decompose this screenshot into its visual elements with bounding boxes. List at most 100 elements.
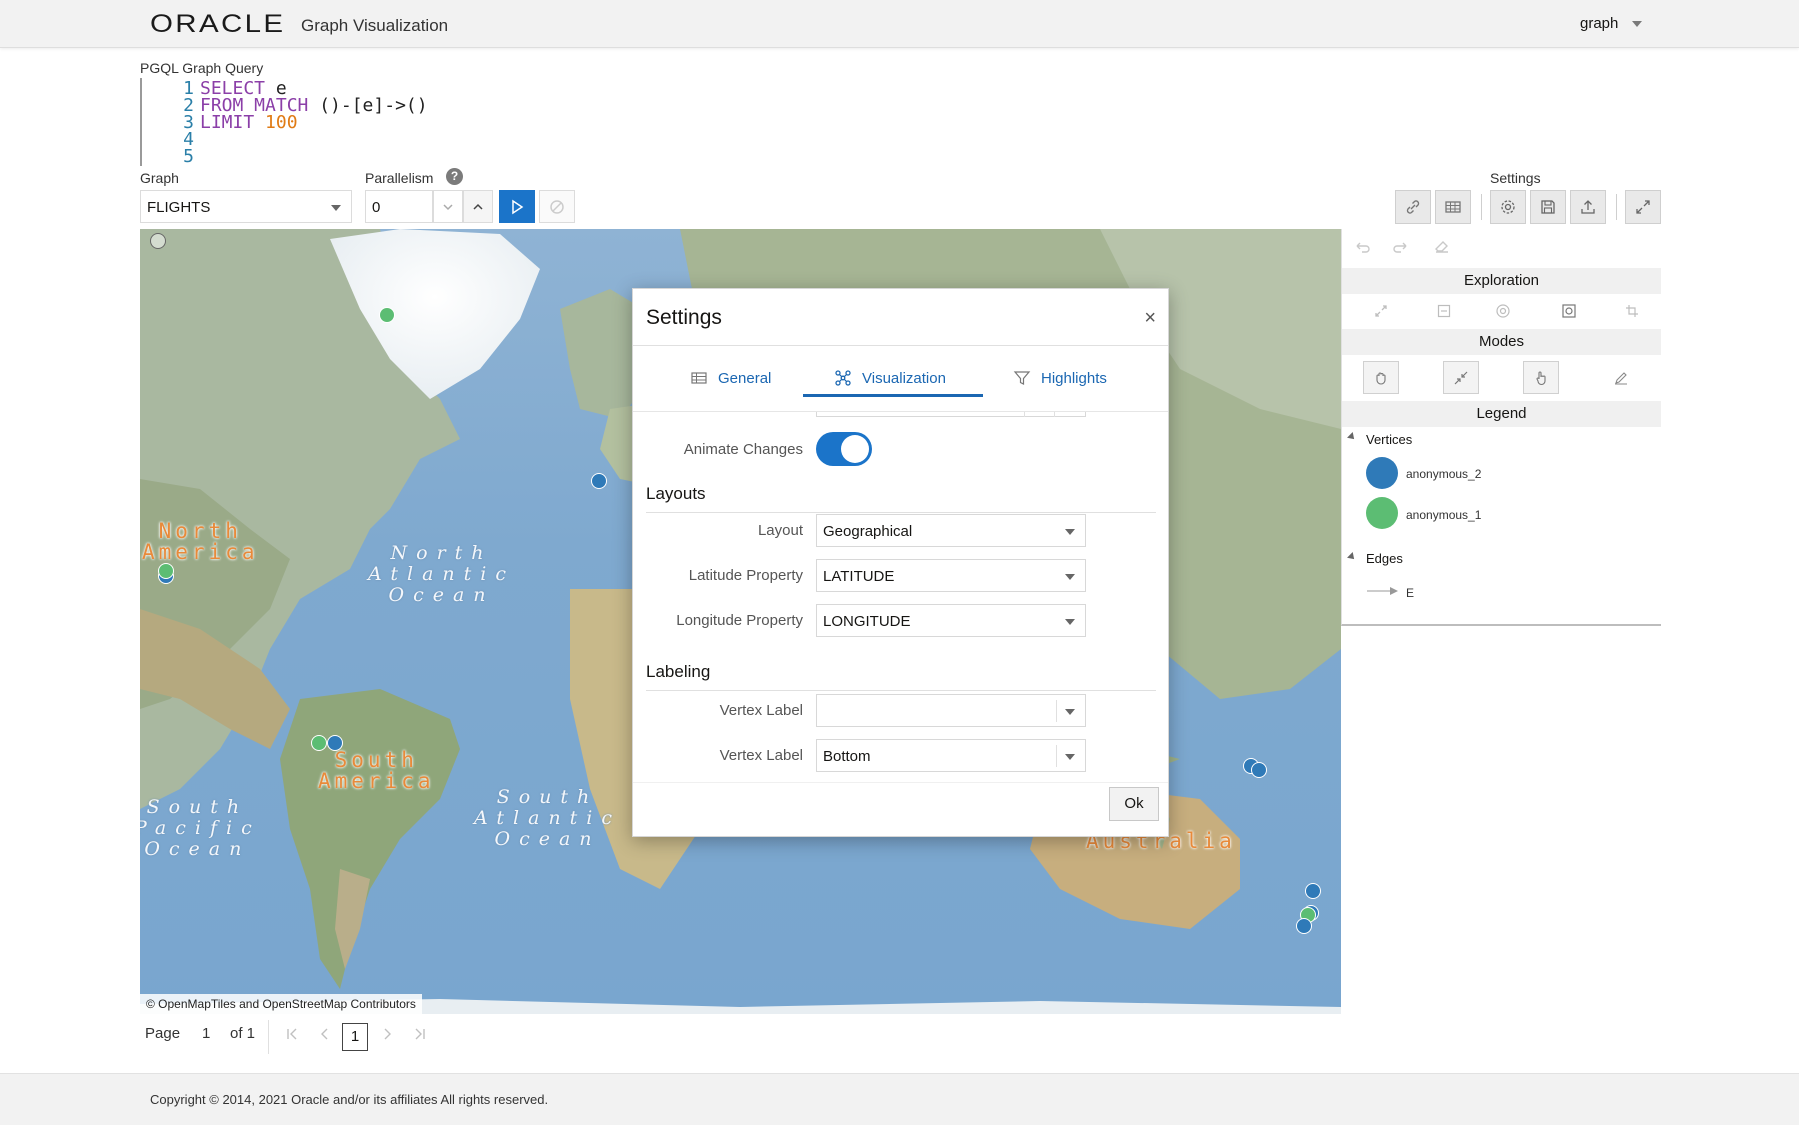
expand-icon	[1375, 305, 1387, 317]
help-icon[interactable]: ?	[446, 168, 463, 185]
close-icon[interactable]: ×	[1144, 307, 1156, 330]
first-page-icon	[287, 1028, 297, 1040]
filter-icon	[1013, 371, 1031, 385]
shrink-mode-button[interactable]	[1443, 361, 1479, 394]
graph-vertex[interactable]	[591, 473, 607, 489]
graph-vertex[interactable]	[1296, 918, 1312, 934]
select-divider	[1056, 745, 1057, 767]
tab-visualization[interactable]: Visualization	[834, 369, 946, 387]
ok-button[interactable]: Ok	[1109, 787, 1159, 821]
graph-vertex[interactable]	[1251, 762, 1267, 778]
longitude-property-value: LONGITUDE	[823, 613, 911, 630]
graph-select[interactable]: FLIGHTS	[140, 190, 352, 223]
parallelism-label: Parallelism	[365, 170, 434, 186]
ungroup-icon	[1626, 305, 1638, 317]
upload-button[interactable]	[1570, 190, 1606, 224]
settings-scroll-area[interactable]: Animate Changes Layouts Layout Geographi…	[633, 412, 1168, 782]
settings-dialog: Settings × General Visualization Highlig…	[632, 288, 1169, 837]
latitude-property-select[interactable]: LATITUDE	[816, 559, 1086, 592]
tab-general-label: General	[718, 369, 772, 387]
parallelism-decrement[interactable]	[433, 190, 463, 223]
cancel-query-button[interactable]	[539, 190, 575, 223]
settings-button[interactable]	[1490, 190, 1526, 224]
app-header: ORACLE Graph Visualization graph	[0, 0, 1799, 48]
redo-button[interactable]	[1389, 234, 1413, 258]
settings-label: Settings	[1490, 170, 1541, 186]
vertex-label-position-select[interactable]: Bottom	[816, 739, 1086, 772]
collapse-button[interactable]	[1432, 299, 1456, 323]
run-query-button[interactable]	[499, 190, 535, 223]
partial-field[interactable]	[816, 412, 1086, 417]
graph-vertex[interactable]	[379, 307, 395, 323]
longitude-property-select[interactable]: LONGITUDE	[816, 604, 1086, 637]
undo-icon	[1356, 242, 1370, 253]
latitude-property-value: LATITUDE	[823, 568, 895, 585]
prev-page-button[interactable]	[318, 1027, 332, 1046]
page-number-input[interactable]: 1	[342, 1023, 368, 1051]
active-tab-indicator	[803, 394, 983, 397]
vertex-label-position-label: Vertex Label	[719, 747, 803, 764]
pager-divider	[268, 1020, 269, 1054]
hand-icon	[1376, 371, 1386, 385]
animate-changes-toggle[interactable]	[816, 432, 872, 466]
edge-arrow-icon[interactable]	[1366, 585, 1400, 597]
pan-mode-button[interactable]	[1363, 361, 1399, 394]
legend-header: Legend	[1342, 401, 1661, 427]
last-page-button[interactable]	[413, 1027, 427, 1046]
layout-label: Layout	[757, 522, 803, 539]
focus-button[interactable]	[1491, 299, 1515, 323]
tab-general[interactable]: General	[690, 369, 771, 387]
parallelism-input[interactable]: 0	[365, 190, 433, 223]
query-label: PGQL Graph Query	[140, 60, 264, 76]
edit-mode-button[interactable]	[1609, 366, 1633, 390]
undo-button[interactable]	[1350, 234, 1374, 258]
chevron-down-icon	[1065, 619, 1075, 625]
eraser-button[interactable]	[1430, 234, 1454, 258]
page-total: of 1	[230, 1025, 256, 1042]
save-icon	[1541, 200, 1555, 214]
group-button[interactable]	[1557, 299, 1581, 323]
chevron-down-icon	[1065, 529, 1075, 535]
table-view-button[interactable]	[1435, 190, 1471, 224]
first-page-button[interactable]	[285, 1027, 299, 1046]
layout-select[interactable]: Geographical	[816, 514, 1086, 547]
chevron-left-icon	[321, 1028, 328, 1040]
layouts-heading: Layouts	[646, 484, 706, 503]
cancel-icon	[550, 199, 564, 214]
ungroup-button[interactable]	[1620, 299, 1644, 323]
graph-select-value: FLIGHTS	[147, 199, 211, 216]
select-mode-button[interactable]	[1523, 361, 1559, 394]
legend-vertex-swatch[interactable]	[1366, 457, 1398, 489]
user-menu[interactable]: graph	[1580, 15, 1643, 32]
tab-highlights-label: Highlights	[1041, 369, 1107, 387]
save-button[interactable]	[1530, 190, 1566, 224]
user-name: graph	[1580, 15, 1619, 32]
animate-changes-label: Animate Changes	[683, 441, 803, 458]
vertex-label-select[interactable]	[816, 694, 1086, 727]
graph-vertex[interactable]	[1305, 883, 1321, 899]
parallelism-value: 0	[372, 199, 381, 216]
redo-icon	[1393, 242, 1407, 253]
compress-icon	[1454, 371, 1468, 384]
dialog-footer-divider	[633, 782, 1168, 783]
next-page-button[interactable]	[380, 1027, 394, 1046]
parallelism-increment[interactable]	[463, 190, 493, 223]
chevron-up-icon	[473, 203, 483, 210]
query-editor[interactable]: 1 SELECT e 2 FROM MATCH ()-[e]->() 3 LIMIT …	[140, 78, 540, 166]
chevron-right-icon	[384, 1028, 391, 1040]
play-icon	[512, 199, 524, 214]
map-select-check-icon[interactable]	[150, 233, 166, 249]
graph-vertex[interactable]	[311, 735, 327, 751]
minus-square-icon	[1437, 304, 1451, 318]
graph-vertex[interactable]	[158, 563, 174, 579]
legend-vertex-swatch[interactable]	[1366, 497, 1398, 529]
expand-button[interactable]	[1369, 299, 1393, 323]
link-button[interactable]	[1395, 190, 1431, 224]
select-divider	[1056, 700, 1057, 722]
fullscreen-button[interactable]	[1625, 190, 1661, 224]
page-current: 1	[202, 1025, 211, 1042]
graph-vertex[interactable]	[327, 735, 343, 751]
vertex-label-position-value: Bottom	[823, 748, 871, 765]
graph-label: Graph	[140, 170, 179, 186]
tab-highlights[interactable]: Highlights	[1013, 369, 1107, 387]
